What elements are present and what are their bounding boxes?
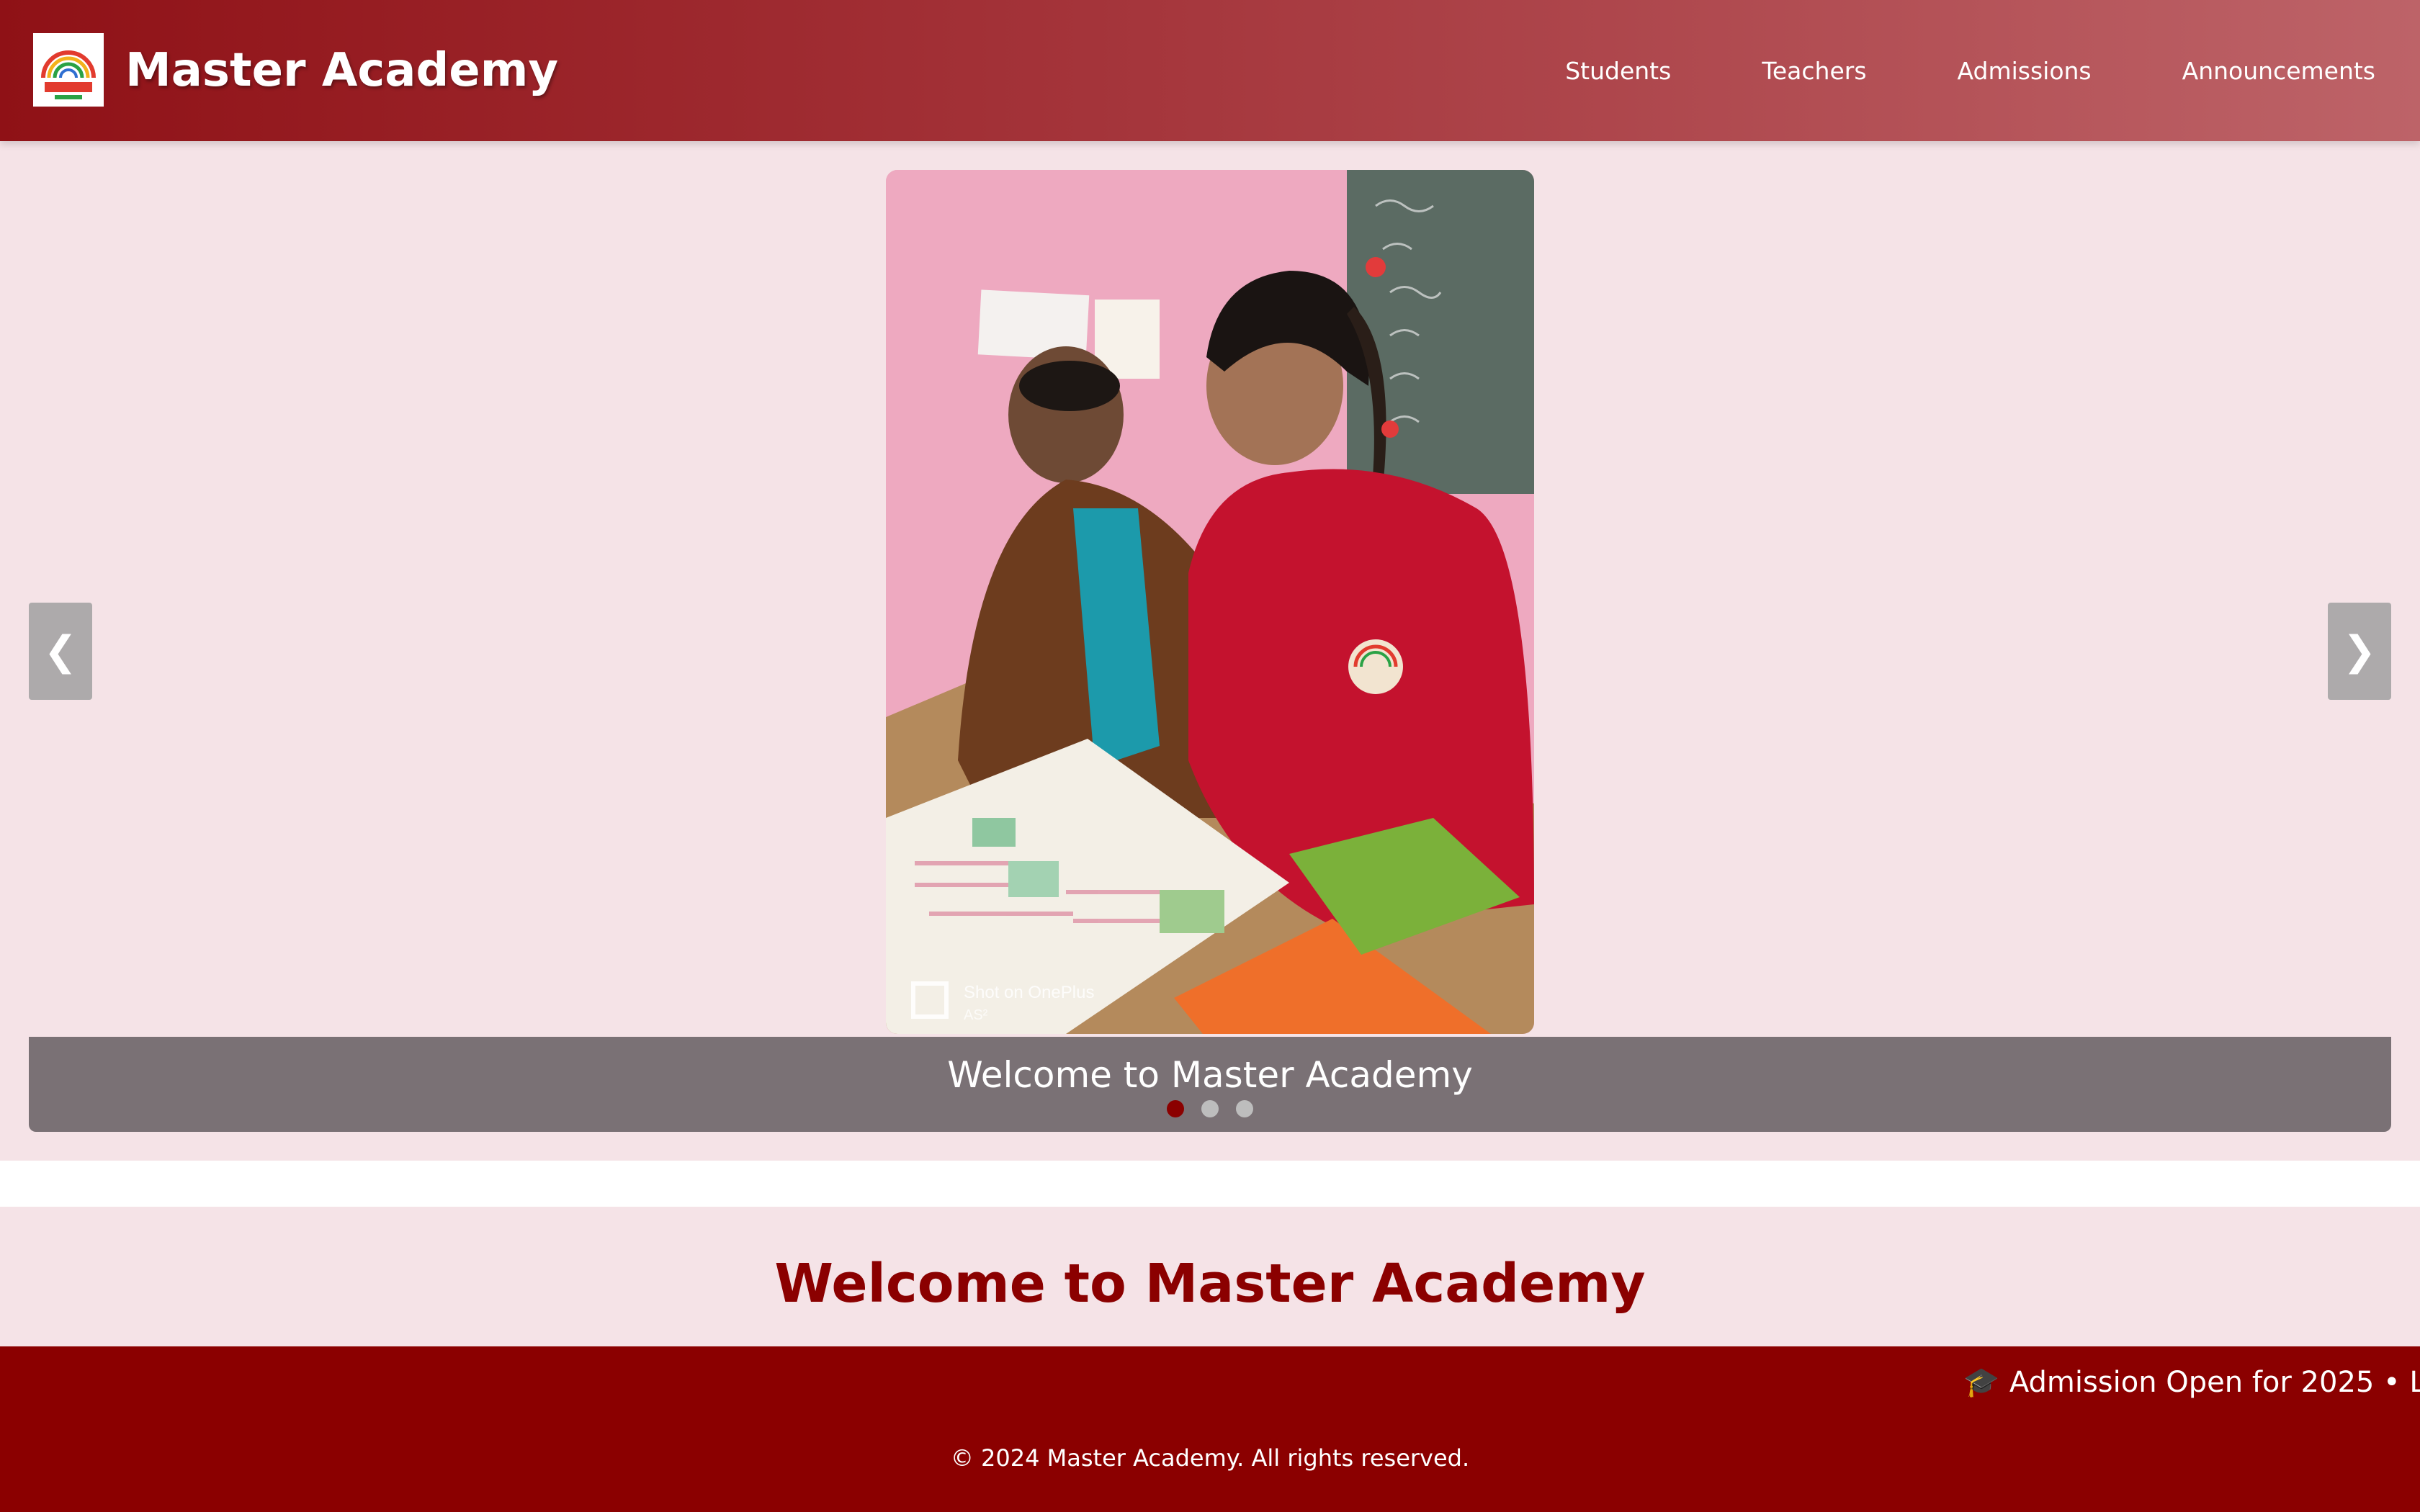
- nav-students[interactable]: Students: [1565, 57, 1671, 85]
- nav-teachers[interactable]: Teachers: [1762, 57, 1866, 85]
- carousel-dots: [29, 1100, 2391, 1117]
- site-title[interactable]: Master Academy: [125, 37, 558, 104]
- caption-text: Welcome to Master Academy: [947, 1054, 1473, 1096]
- copyright-text: © 2024 Master Academy. All rights reserv…: [950, 1444, 1470, 1472]
- carousel-prev-button[interactable]: ❮: [29, 603, 92, 700]
- main-nav: Students Teachers Admissions Announcemen…: [1565, 43, 2375, 98]
- site-header: Master Academy Students Teachers Admissi…: [0, 0, 2420, 141]
- school-crest-icon[interactable]: [33, 33, 104, 107]
- carousel-next-button[interactable]: ❯: [2328, 603, 2391, 700]
- carousel-dot-3[interactable]: [1236, 1100, 1253, 1117]
- welcome-heading: Welcome to Master Academy: [774, 1253, 1646, 1315]
- graduation-cap-icon: 🎓: [1963, 1366, 1999, 1399]
- carousel-dot-2[interactable]: [1201, 1100, 1219, 1117]
- carousel-dot-1[interactable]: [1167, 1100, 1184, 1117]
- announcement-ticker: 🎓 Admission Open for 2025 • Limi: [1963, 1365, 2420, 1399]
- image-carousel: Shot on OnePlus AS² ❮ ❯ Welcome to Maste…: [29, 141, 2391, 1161]
- section-divider: [0, 1161, 2420, 1207]
- slide-photo: Shot on OnePlus AS²: [886, 170, 1534, 1034]
- ticker-text: Admission Open for 2025 • Limi: [2009, 1366, 2420, 1399]
- watermark-subtext: AS²: [964, 1007, 988, 1023]
- carousel-caption: Welcome to Master Academy: [29, 1037, 2391, 1132]
- watermark-text: Shot on OnePlus: [964, 983, 1094, 1002]
- nav-announcements[interactable]: Announcements: [2182, 57, 2375, 85]
- nav-admissions[interactable]: Admissions: [1958, 57, 2092, 85]
- site-footer: 🎓 Admission Open for 2025 • Limi © 2024 M…: [0, 1346, 2420, 1512]
